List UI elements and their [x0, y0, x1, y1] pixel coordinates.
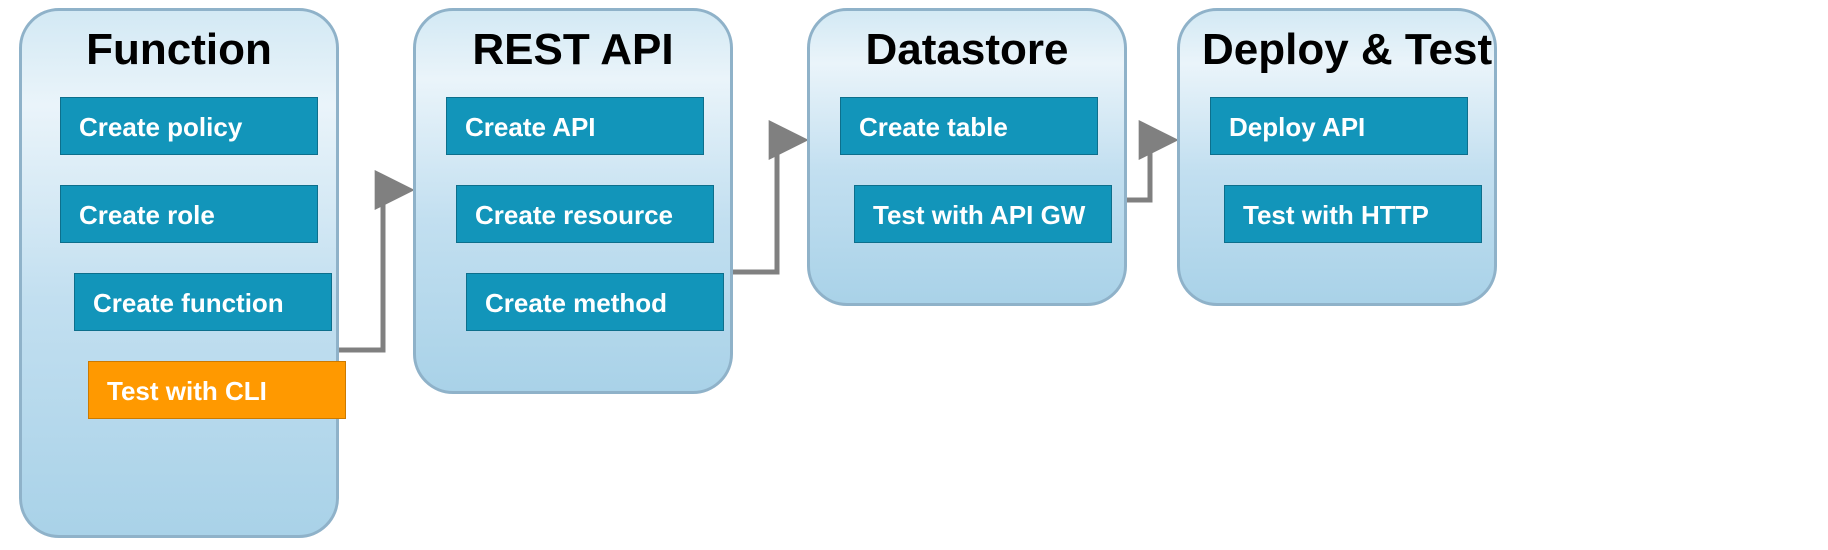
diagram-canvas: Function Create policy Create role Creat…	[0, 0, 1828, 550]
step-create-table: Create table	[840, 97, 1098, 155]
step-test-with-http: Test with HTTP	[1224, 185, 1482, 243]
step-create-resource: Create resource	[456, 185, 714, 243]
step-create-policy: Create policy	[60, 97, 318, 155]
step-create-role: Create role	[60, 185, 318, 243]
step-create-function: Create function	[74, 273, 332, 331]
panel-title-rest-api: REST API	[438, 25, 708, 75]
panel-function: Function Create policy Create role Creat…	[19, 8, 339, 538]
panel-deploy-test: Deploy & Test Deploy API Test with HTTP	[1177, 8, 1497, 306]
step-deploy-api: Deploy API	[1210, 97, 1468, 155]
panel-rest-api: REST API Create API Create resource Crea…	[413, 8, 733, 394]
panel-title-deploy-test: Deploy & Test	[1202, 25, 1472, 75]
panel-datastore: Datastore Create table Test with API GW	[807, 8, 1127, 306]
panel-title-function: Function	[44, 25, 314, 75]
step-create-api: Create API	[446, 97, 704, 155]
step-create-method: Create method	[466, 273, 724, 331]
step-test-with-cli: Test with CLI	[88, 361, 346, 419]
panel-title-datastore: Datastore	[832, 25, 1102, 75]
step-test-with-api-gw: Test with API GW	[854, 185, 1112, 243]
